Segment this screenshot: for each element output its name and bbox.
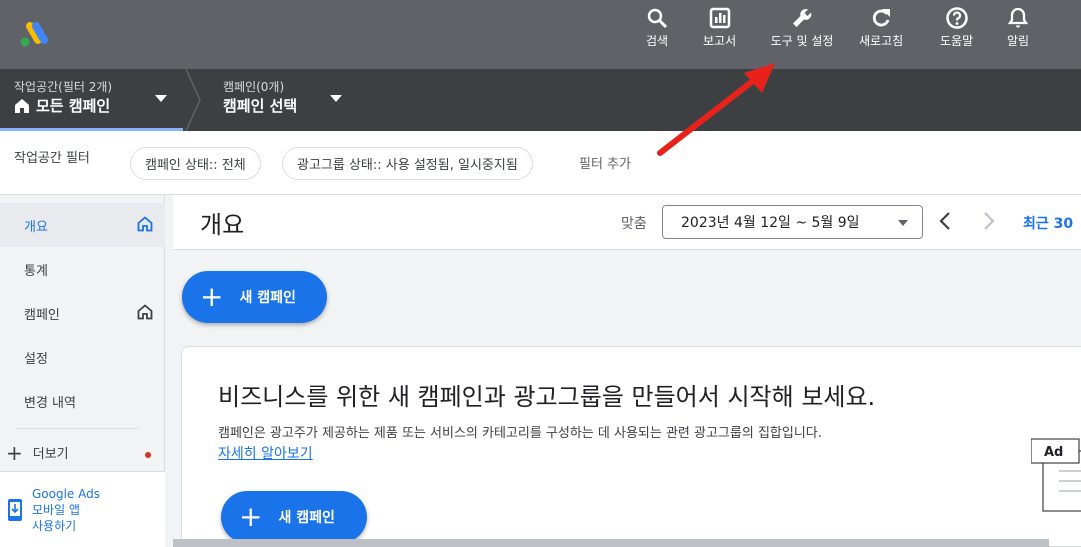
sidebar-item-campaigns[interactable]: 캠페인: [0, 291, 165, 335]
filter-chip-campaign-status[interactable]: 캠페인 상태:: 전체: [130, 147, 261, 180]
workspace-selector[interactable]: 작업공간(필터 2개) 모든 캠페인: [14, 79, 112, 117]
campaign-dropdown-icon[interactable]: [330, 95, 342, 102]
home-icon: [15, 99, 29, 113]
chevron-down-icon: [898, 220, 908, 226]
refresh-icon: [873, 9, 891, 27]
previous-period-button[interactable]: [935, 209, 955, 233]
bell-icon: [1007, 7, 1029, 28]
new-campaign-label: 새 캠페인: [239, 290, 296, 306]
campaign-select-label: 캠페인 선택: [223, 97, 298, 115]
mobile-promo-line3: 사용하기: [32, 519, 77, 533]
breadcrumb-separator-icon: [185, 69, 201, 131]
workspace-filter-count: 작업공간(필터 2개): [14, 80, 113, 94]
top-bar: 검색 보고서 도구 및 설정 새로고침 도움말 알림: [0, 0, 1081, 69]
overview-header: 개요 맞춤 2023년 4월 12일 ~ 5월 9일 최근 30: [173, 195, 1081, 250]
ad-illustration-icon: Ad: [1031, 438, 1081, 512]
reports-button[interactable]: 보고서: [703, 6, 736, 48]
next-period-button[interactable]: [979, 209, 999, 233]
mobile-app-promo[interactable]: Google Ads 모바일 앱 사용하기: [0, 471, 165, 547]
help-button[interactable]: 도움말: [940, 6, 973, 48]
custom-range-label: 맞춤: [621, 216, 647, 232]
workspace-name: 모든 캠페인: [36, 97, 111, 115]
campaign-selector[interactable]: 캠페인(0개) 캠페인 선택: [223, 79, 297, 117]
mobile-phone-icon: [8, 499, 22, 521]
google-ads-logo[interactable]: [18, 20, 48, 48]
sidebar-item-label: 캠페인: [24, 307, 60, 323]
notification-dot: [145, 452, 151, 458]
search-label: 검색: [645, 34, 669, 48]
sidebar-item-label: 변경 내역: [24, 395, 76, 411]
sidebar-item-settings[interactable]: 설정: [0, 335, 165, 379]
card-description: 캠페인은 광고주가 제공하는 제품 또는 서비스의 카테고리를 구성하는 데 사…: [218, 426, 822, 441]
new-campaign-button[interactable]: + 새 캠페인: [182, 271, 327, 323]
add-filter-button[interactable]: 필터 추가: [579, 153, 631, 172]
mobile-promo-line1: Google Ads: [32, 487, 100, 501]
search-icon: [647, 8, 668, 29]
sidebar-item-label: 통계: [24, 263, 48, 279]
recent-period-label[interactable]: 최근 30: [1023, 213, 1073, 233]
home-icon: [137, 304, 153, 320]
refresh-label: 새로고침: [859, 34, 904, 48]
tools-settings-button[interactable]: 도구 및 설정: [770, 6, 834, 48]
date-range-value: 2023년 4월 12일 ~ 5월 9일: [681, 215, 860, 231]
sidebar-item-label: 설정: [24, 351, 48, 367]
help-icon: [945, 7, 968, 29]
ad-illustration-label: Ad: [1044, 445, 1063, 460]
sidebar-item-label: 개요: [24, 219, 48, 235]
breadcrumb: 작업공간(필터 2개) 모든 캠페인 캠페인(0개) 캠페인 선택: [0, 69, 1081, 131]
tools-settings-label: 도구 및 설정: [770, 34, 834, 48]
card-title: 비즈니스를 위한 새 캠페인과 광고그룹을 만들어서 시작해 보세요.: [218, 383, 876, 411]
reports-icon: [709, 7, 730, 29]
sidebar: 개요 통계 캠페인 설정 변경 내역 + 더보기 Google Ads 모바일 …: [0, 195, 165, 547]
filter-label: 작업공간 필터: [14, 151, 90, 166]
plus-icon: +: [239, 500, 263, 533]
sidebar-more-button[interactable]: + 더보기: [6, 440, 69, 465]
get-started-card: 비즈니스를 위한 새 캠페인과 광고그룹을 만들어서 시작해 보세요. 캠페인은…: [181, 346, 1081, 547]
refresh-button[interactable]: 새로고침: [859, 6, 903, 48]
page-title: 개요: [200, 211, 245, 239]
notifications-label: 알림: [1006, 34, 1030, 48]
filter-chip-adgroup-status[interactable]: 광고그룹 상태:: 사용 설정됨, 일시중지됨: [282, 147, 533, 180]
learn-more-link[interactable]: 자세히 알아보기: [218, 443, 313, 463]
plus-icon: +: [200, 280, 224, 313]
campaign-count: 캠페인(0개): [223, 80, 285, 94]
sidebar-item-insights[interactable]: 통계: [0, 247, 165, 291]
filter-bar: 작업공간 필터 캠페인 상태:: 전체 광고그룹 상태:: 사용 설정됨, 일시…: [0, 131, 1081, 195]
sidebar-divider: [16, 428, 138, 429]
workspace-dropdown-icon[interactable]: [155, 95, 167, 102]
search-button[interactable]: 검색: [645, 6, 669, 48]
card-new-campaign-label: 새 캠페인: [278, 510, 335, 526]
home-icon: [137, 216, 153, 232]
plus-icon: +: [6, 440, 23, 465]
mobile-promo-line2: 모바일 앱: [32, 503, 80, 517]
more-label: 더보기: [32, 447, 69, 462]
help-label: 도움말: [940, 34, 974, 48]
notifications-button[interactable]: 알림: [1006, 6, 1030, 48]
wrench-icon: [793, 9, 812, 27]
reports-label: 보고서: [703, 34, 737, 48]
sidebar-item-overview[interactable]: 개요: [0, 203, 165, 247]
horizontal-scrollbar[interactable]: [173, 539, 1049, 547]
sidebar-item-change-history[interactable]: 변경 내역: [0, 379, 165, 423]
main-content: 개요 맞춤 2023년 4월 12일 ~ 5월 9일 최근 30 + 새 캠페인…: [173, 195, 1081, 547]
card-new-campaign-button[interactable]: + 새 캠페인: [221, 491, 367, 543]
date-range-select[interactable]: 2023년 4월 12일 ~ 5월 9일: [662, 205, 923, 239]
